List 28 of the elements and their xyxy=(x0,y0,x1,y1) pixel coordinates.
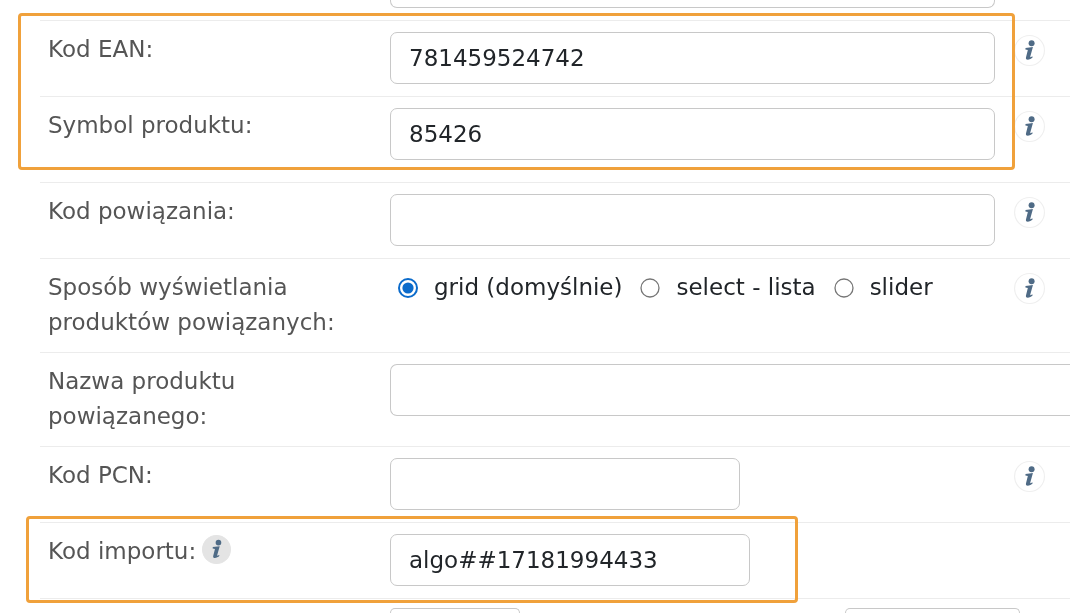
info-icon[interactable] xyxy=(1014,35,1045,66)
field-label: Symbol produktu: xyxy=(48,111,253,140)
radio-icon[interactable] xyxy=(833,277,854,298)
input-field[interactable]: algo##17181994433 xyxy=(390,534,750,586)
field-label: Nazwa produktu powiązanego: xyxy=(48,367,237,431)
radio-option[interactable]: select - lista xyxy=(640,270,816,305)
info-icon[interactable] xyxy=(1014,197,1045,228)
field-label: Kod EAN: xyxy=(48,35,154,64)
radio-icon[interactable] xyxy=(398,277,418,298)
info-icon[interactable] xyxy=(1014,111,1045,142)
input-field[interactable] xyxy=(845,608,1020,613)
info-icon[interactable] xyxy=(1014,273,1045,304)
radio-icon[interactable] xyxy=(640,277,661,298)
radio-option[interactable]: grid (domyślnie) xyxy=(398,270,623,305)
input-field[interactable] xyxy=(390,0,995,8)
input-field[interactable] xyxy=(390,608,520,613)
info-icon[interactable] xyxy=(1014,461,1045,492)
input-field[interactable] xyxy=(390,458,740,510)
input-field[interactable]: 85426 xyxy=(390,108,995,160)
input-field[interactable] xyxy=(390,194,995,246)
field-label: Kod importu: xyxy=(48,537,197,566)
field-label: Kod PCN: xyxy=(48,461,153,490)
info-icon[interactable] xyxy=(202,535,232,564)
field-label: Sposób wyświetlania produktów powiązanych: xyxy=(48,273,336,337)
input-field[interactable]: 781459524742 xyxy=(390,32,995,84)
input-field[interactable] xyxy=(390,364,1070,416)
radio-option[interactable]: slider xyxy=(833,270,933,305)
field-label: Kod powiązania: xyxy=(48,197,235,226)
